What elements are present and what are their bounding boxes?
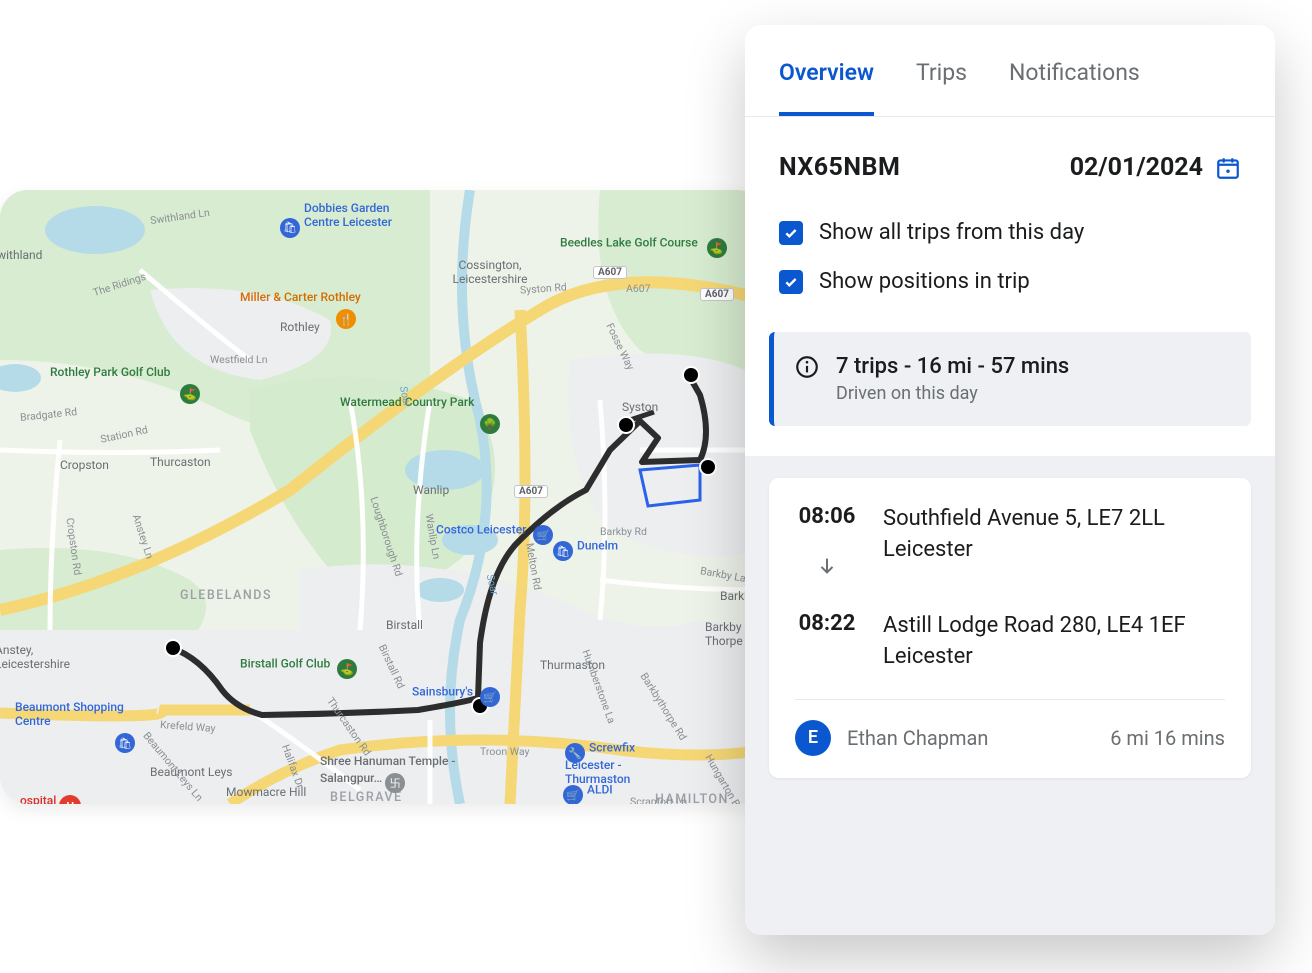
trip-footer: E Ethan Chapman 6 mi 16 mins: [795, 699, 1225, 756]
route-stop-1: [166, 641, 180, 655]
poi-costco[interactable]: Costco Leicester 🛒: [436, 520, 557, 540]
poi-dobbies[interactable]: 🛍Dobbies Garden Centre Leicester: [280, 201, 414, 233]
trip-start-address2: Leicester: [883, 535, 1165, 566]
shop-icon: 🛒: [480, 687, 500, 707]
trips-list: 08:06 Southfield Avenue 5, LE7 2LL Leice…: [745, 456, 1275, 935]
driver-name: Ethan Chapman: [847, 726, 988, 750]
avatar: E: [795, 720, 831, 756]
trip-stats: 6 mi 16 mins: [1110, 726, 1225, 750]
shop-icon: 🛍: [280, 218, 300, 238]
trip-end: 08:22 Astill Lodge Road 280, LE4 1EF Lei…: [795, 611, 1225, 673]
options-group: Show all trips from this day Show positi…: [745, 182, 1275, 294]
road-westfield-ln: Westfield Ln: [210, 353, 268, 366]
park-icon: 🌳: [480, 414, 500, 434]
map-view[interactable]: GLEBELANDS BELGRAVE HAMILTON Swithland R…: [0, 190, 765, 804]
tab-bar: Overview Trips Notifications: [745, 25, 1275, 117]
day-summary: 7 trips - 16 mi - 57 mins Driven on this…: [769, 332, 1251, 426]
summary-sub: Driven on this day: [836, 383, 1069, 404]
road-scraptoft: Scraptoft Ln: [630, 795, 687, 804]
poi-hospital[interactable]: ospital H: [20, 790, 85, 804]
poi-birstall-gc[interactable]: Birstall Golf Club ⛳: [240, 654, 361, 674]
panel-header: NX65NBM 02/01/2024: [745, 117, 1275, 182]
golf-icon: ⛳: [180, 384, 200, 404]
info-icon: [794, 354, 820, 380]
trip-card[interactable]: 08:06 Southfield Avenue 5, LE7 2LL Leice…: [769, 478, 1251, 778]
details-panel: Overview Trips Notifications NX65NBM 02/…: [745, 25, 1275, 935]
golf-icon: ⛳: [707, 238, 727, 258]
poi-watermead[interactable]: Watermead Country Park 🌳: [340, 395, 504, 429]
hospital-icon: H: [59, 795, 81, 804]
selected-date[interactable]: 02/01/2024: [1070, 153, 1203, 182]
arrow-down-icon: [816, 555, 838, 581]
trip-driver[interactable]: E Ethan Chapman: [795, 720, 988, 756]
poi-shree[interactable]: Shree Hanuman Temple - Salangpur… 卐: [320, 754, 460, 788]
checkbox-checked-icon: [779, 270, 803, 294]
trip-start-time: 08:06: [799, 504, 856, 529]
trip-start: 08:06 Southfield Avenue 5, LE7 2LL Leice…: [795, 504, 1225, 581]
tab-trips[interactable]: Trips: [916, 59, 967, 116]
checkbox-label: Show all trips from this day: [819, 220, 1084, 245]
temple-icon: 卐: [385, 773, 405, 793]
checkbox-label: Show positions in trip: [819, 269, 1030, 294]
checkbox-show-all-trips[interactable]: Show all trips from this day: [779, 220, 1241, 245]
checkbox-show-positions[interactable]: Show positions in trip: [779, 269, 1241, 294]
road-a607-text: A607: [626, 282, 651, 295]
road-shield-a607-3: A607: [514, 485, 548, 498]
shop-icon: 🛒: [563, 785, 583, 804]
poi-dunelm[interactable]: 🛍Dunelm: [553, 536, 618, 556]
trip-end-address1: Astill Lodge Road 280, LE4 1EF: [883, 611, 1186, 642]
road-troon-way: Troon Way: [480, 745, 529, 758]
calendar-icon[interactable]: [1215, 155, 1241, 181]
tab-notifications[interactable]: Notifications: [1009, 59, 1140, 116]
checkbox-checked-icon: [779, 221, 803, 245]
shop-icon: 🛍: [115, 733, 135, 753]
poi-beedles[interactable]: Beedles Lake Golf Course ⛳: [560, 233, 731, 253]
road-shield-a607-1: A607: [593, 266, 627, 279]
route-stop-3: [619, 418, 633, 432]
road-shield-a607-2: A607: [700, 288, 734, 301]
hardware-icon: 🔧: [565, 743, 585, 763]
summary-headline: 7 trips - 16 mi - 57 mins: [836, 354, 1069, 379]
trip-start-address1: Southfield Avenue 5, LE7 2LL: [883, 504, 1165, 535]
poi-beaumont[interactable]: Beaumont Shopping Centre 🛍: [15, 700, 125, 748]
poi-sainsburys[interactable]: Sainsbury's 🛒: [412, 682, 504, 702]
trip-end-address2: Leicester: [883, 642, 1186, 673]
poi-rothley-gc[interactable]: Rothley Park Golf Club ⛳: [50, 365, 204, 399]
road-barkby-rd: Barkby Rd: [600, 525, 647, 538]
tab-overview[interactable]: Overview: [779, 59, 874, 116]
poi-screwfix[interactable]: 🔧Screwfix Leicester - Thurmaston: [565, 738, 685, 786]
poi-miller[interactable]: Miller & Carter Rothley 🍴: [240, 290, 361, 324]
route-stop-5: [684, 368, 698, 382]
route-stop-4: [701, 460, 715, 474]
vehicle-registration: NX65NBM: [779, 153, 900, 182]
restaurant-icon: 🍴: [336, 309, 356, 329]
trip-end-time: 08:22: [799, 611, 856, 636]
poi-aldi[interactable]: 🛒ALDI: [563, 780, 613, 800]
shop-icon: 🛍: [553, 541, 573, 561]
